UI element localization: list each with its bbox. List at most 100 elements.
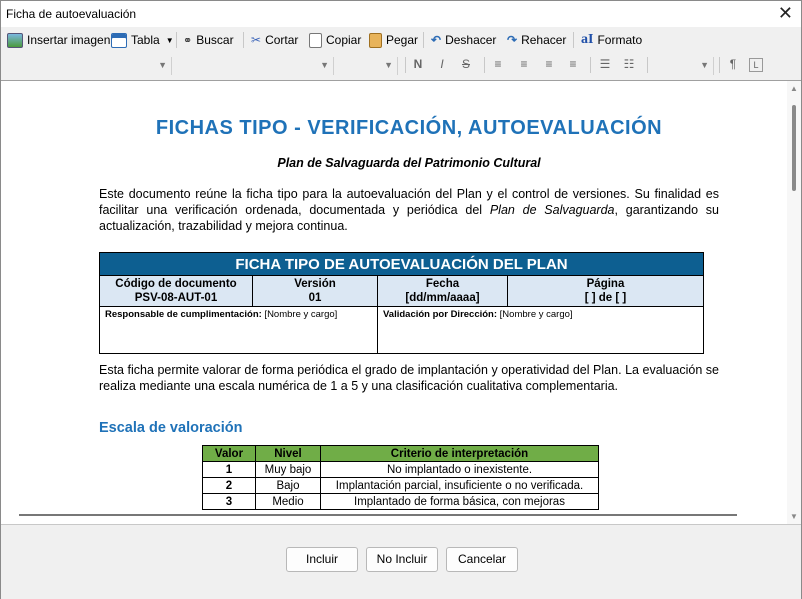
escala-header-row: Valor Nivel Criterio de interpretación [202,445,599,462]
format-toolbar: ▼ ▼ ▼ N I S ≡ ≡ ≡ ≡ ☰ ☷ ▼ ¶ L [1,53,801,79]
chevron-down-icon: ▼ [384,60,393,70]
copy-button[interactable]: Copiar [309,31,361,49]
italic-button[interactable]: I [434,57,450,71]
pagina-cell: Página [ ] de [ ] [507,275,704,307]
table-button[interactable]: Tabla ▼ [111,31,174,49]
bold-button[interactable]: N [410,57,426,71]
escala-table: Valor Nivel Criterio de interpretación 1… [202,445,599,510]
strikethrough-button[interactable]: S [458,57,474,71]
numbered-list-icon[interactable]: ☷ [621,57,637,71]
escala-heading: Escala de valoración [99,420,243,436]
responsable-value: [Nombre y cargo] [261,309,338,320]
pilcrow-button[interactable]: ¶ [725,57,741,71]
insert-image-button[interactable]: Insertar imagen [7,31,110,49]
document-editor[interactable]: FICHAS TIPO - VERIFICACIÓN, AUTOEVALUACI… [1,80,801,525]
escala-col-nivel: Nivel [255,445,321,462]
escala-nivel: Muy bajo [255,461,321,478]
validacion-cell[interactable]: Validación por Dirección: [Nombre y carg… [377,306,704,354]
copy-icon [309,32,322,48]
escala-criterio: Implantación parcial, insuficiente o no … [320,477,599,494]
title-bar: Ficha de autoevaluación ✕ [1,1,801,27]
undo-button[interactable]: ↶ Deshacer [431,31,496,49]
copy-label: Copiar [326,33,362,47]
scroll-thumb[interactable] [792,105,796,191]
escala-valor: 2 [202,477,256,494]
chevron-down-icon: ▼ [158,60,167,70]
font-dropdown[interactable]: ▼ [173,57,334,75]
cut-button[interactable]: ✂ Cortar [251,31,298,49]
codigo-cell: Código de documento PSV-08-AUT-01 [99,275,253,307]
table-row: 1 Muy bajo No implantado o inexistente. [202,461,599,478]
escala-nivel: Bajo [255,477,321,494]
dialog-window: Ficha de autoevaluación ✕ Insertar image… [0,0,802,599]
escala-criterio: Implantado de forma básica, con mejoras [320,493,599,510]
align-left-icon[interactable]: ≡ [490,57,506,71]
window-title: Ficha de autoevaluación [6,7,137,21]
toolbar-divider [243,32,244,48]
responsable-cell[interactable]: Responsable de cumplimentación: [Nombre … [99,306,378,354]
paste-label: Pegar [386,33,419,47]
toolbar-divider [647,57,648,73]
align-center-icon[interactable]: ≡ [516,57,532,71]
image-icon [7,32,23,48]
table-row: 2 Bajo Implantación parcial, insuficient… [202,477,599,494]
indent-icon[interactable]: L [749,58,763,72]
toolbar-divider [405,57,406,73]
line-spacing-dropdown[interactable]: ▼ [653,57,714,75]
search-button[interactable]: ⚭ Buscar [183,31,234,49]
align-right-icon[interactable]: ≡ [541,57,557,71]
toolbar-divider [176,32,177,48]
version-label: Versión [294,278,336,290]
intro-paragraph: Este documento reúne la ficha tipo para … [99,186,719,234]
undo-icon: ↶ [431,33,442,47]
toolbar-divider [719,57,720,73]
no-include-button[interactable]: No Incluir [366,547,438,572]
chevron-down-icon: ▼ [700,60,709,70]
codigo-value: PSV-08-AUT-01 [134,292,218,304]
codigo-label: Código de documento [115,278,237,290]
vertical-scrollbar[interactable]: ▲ ▼ [787,81,801,524]
cancel-button[interactable]: Cancelar [446,547,518,572]
fecha-cell: Fecha [dd/mm/aaaa] [377,275,508,307]
chevron-down-icon: ▼ [165,35,174,45]
search-label: Buscar [196,33,234,47]
main-toolbar: Insertar imagen Tabla ▼ ⚭ Buscar ✂ Corta… [1,28,801,52]
cut-label: Cortar [265,33,299,47]
toolbar-divider [590,57,591,73]
escala-nivel: Medio [255,493,321,510]
format-button[interactable]: aI Formato [581,31,642,49]
toolbar-divider [484,57,485,73]
bullet-list-icon[interactable]: ☰ [597,57,613,71]
document-subtitle: Plan de Salvaguarda del Patrimonio Cultu… [277,156,541,170]
fecha-value: [dd/mm/aaaa] [405,292,480,304]
responsable-label: Responsable de cumplimentación: [105,309,262,320]
pagina-label: Página [586,278,625,290]
fecha-label: Fecha [425,278,460,290]
scroll-down-icon[interactable]: ▼ [790,512,798,521]
validacion-label: Validación por Dirección: [383,309,498,320]
horizontal-scrollbar[interactable] [19,514,737,516]
version-cell: Versión 01 [252,275,378,307]
redo-button[interactable]: ↷ Rehacer [507,31,566,49]
toolbar-divider [423,32,424,48]
close-icon[interactable]: ✕ [778,3,793,23]
intro-text-italic: Plan de Salvaguarda [489,203,615,217]
insert-image-label: Insertar imagen [27,33,111,47]
table-row: 3 Medio Implantado de forma básica, con … [202,493,599,510]
chevron-down-icon: ▼ [320,60,329,70]
table-label: Tabla [131,33,160,47]
format-icon: aI [581,32,594,47]
justify-icon[interactable]: ≡ [565,57,581,71]
scissors-icon: ✂ [251,33,262,47]
evaluation-paragraph: Esta ficha permite valorar de forma peri… [99,363,719,393]
paste-button[interactable]: Pegar [369,31,418,49]
pagina-value: [ ] de [ ] [584,292,627,304]
scroll-up-icon[interactable]: ▲ [790,84,798,93]
escala-col-valor: Valor [202,445,256,462]
toolbar-divider [573,32,574,48]
font-size-dropdown[interactable]: ▼ [335,57,398,75]
version-value: 01 [308,292,322,304]
include-button[interactable]: Incluir [286,547,358,572]
format-label: Formato [597,33,643,47]
style-dropdown[interactable]: ▼ [9,57,172,75]
